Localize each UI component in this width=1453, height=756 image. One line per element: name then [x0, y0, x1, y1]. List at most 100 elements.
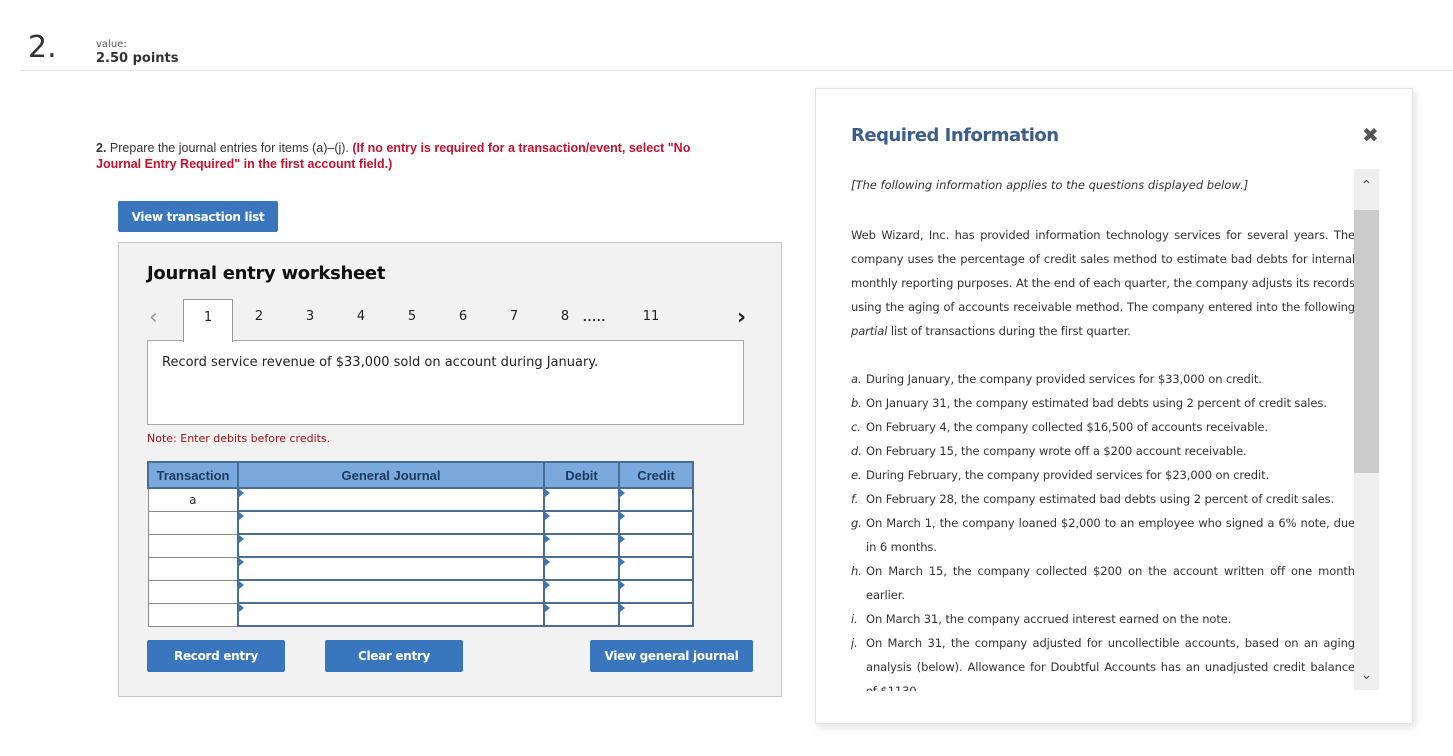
credit-input[interactable] [620, 558, 692, 579]
column-header-general-journal: General Journal [237, 461, 545, 489]
credit-input[interactable] [620, 489, 692, 510]
header-divider [20, 70, 1453, 71]
debit-input[interactable] [545, 512, 618, 533]
table-row [147, 556, 694, 581]
column-header-credit: Credit [618, 461, 694, 489]
account-field[interactable] [237, 579, 545, 604]
record-entry-button[interactable]: Record entry [147, 640, 285, 672]
view-transaction-list-button[interactable]: View transaction list [118, 201, 278, 232]
debit-input[interactable] [545, 581, 618, 602]
info-scrollbar[interactable]: ⌃ ⌄ [1354, 169, 1379, 690]
list-item: i. On March 31, the company accrued inter… [851, 607, 1355, 631]
chevron-down-icon[interactable]: ⌄ [1354, 660, 1379, 690]
info-paragraph-before: Web Wizard, Inc. has provided informatio… [851, 228, 1355, 314]
item-label: h. [851, 564, 862, 578]
tab-2[interactable]: 2 [234, 299, 284, 341]
credit-field[interactable] [618, 487, 694, 512]
tab-1[interactable]: 1 [183, 299, 233, 342]
account-field[interactable] [237, 556, 545, 581]
tab-11[interactable]: 11 [626, 299, 676, 341]
item-label: e. [851, 468, 862, 482]
table-row [147, 533, 694, 558]
required-information-panel: Required Information ✖ [The following in… [815, 88, 1413, 724]
account-input[interactable] [239, 512, 543, 533]
debit-field[interactable] [543, 579, 620, 604]
debit-input[interactable] [545, 489, 618, 510]
question-number: 2. [28, 30, 57, 65]
question-prompt: 2. Prepare the journal entries for items… [96, 140, 736, 172]
debit-field[interactable] [543, 487, 620, 512]
item-label: b. [851, 396, 862, 410]
list-item: c. On February 4, the company collected $… [851, 415, 1355, 439]
item-label: a. [851, 372, 862, 386]
transaction-cell [147, 510, 239, 535]
tab-3[interactable]: 3 [285, 299, 335, 341]
chevron-up-icon[interactable]: ⌃ [1354, 169, 1379, 209]
transaction-cell: a [147, 487, 239, 512]
item-text: On March 1, the company loaned $2,000 to… [866, 516, 1355, 554]
debit-input[interactable] [545, 535, 618, 556]
credit-field[interactable] [618, 556, 694, 581]
item-label: g. [851, 516, 862, 530]
account-field[interactable] [237, 510, 545, 535]
scrollbar-thumb[interactable] [1354, 210, 1379, 473]
info-paragraph-after: list of transactions during the first qu… [887, 324, 1131, 338]
close-icon[interactable]: ✖ [1362, 123, 1379, 147]
points-value: 2.50 points [96, 51, 179, 66]
prompt-text: Prepare the journal entries for items (a… [109, 141, 349, 155]
credit-field[interactable] [618, 602, 694, 627]
column-header-debit: Debit [543, 461, 620, 489]
credit-field[interactable] [618, 510, 694, 535]
account-input[interactable] [239, 581, 543, 602]
list-item: f. On February 28, the company estimated … [851, 487, 1355, 511]
tab-4[interactable]: 4 [336, 299, 386, 341]
list-item: a. During January, the company provided s… [851, 367, 1355, 391]
account-input[interactable] [239, 604, 543, 625]
tab-5[interactable]: 5 [387, 299, 437, 341]
account-field[interactable] [237, 533, 545, 558]
chevron-right-icon[interactable]: › [737, 305, 746, 330]
transaction-cell [147, 579, 239, 604]
transaction-cell [147, 533, 239, 558]
item-text: On February 15, the company wrote off a … [866, 444, 1247, 458]
value-label: value: [96, 39, 127, 50]
credit-field[interactable] [618, 533, 694, 558]
list-item: g. On March 1, the company loaned $2,000 … [851, 511, 1355, 559]
tab-7[interactable]: 7 [489, 299, 539, 341]
table-row [147, 579, 694, 604]
item-label: f. [851, 492, 859, 506]
list-item: b. On January 31, the company estimated b… [851, 391, 1355, 415]
debit-field[interactable] [543, 602, 620, 627]
tab-6[interactable]: 6 [438, 299, 488, 341]
list-item: d. On February 15, the company wrote off … [851, 439, 1355, 463]
debit-field[interactable] [543, 556, 620, 581]
credit-field[interactable] [618, 579, 694, 604]
debit-input[interactable] [545, 558, 618, 579]
item-label: j. [851, 636, 858, 650]
account-input[interactable] [239, 535, 543, 556]
prompt-number: 2. [96, 141, 107, 155]
item-text: On February 28, the company estimated ba… [866, 492, 1335, 506]
debit-field[interactable] [543, 533, 620, 558]
item-text: During February, the company provided se… [866, 468, 1270, 482]
credit-input[interactable] [620, 535, 692, 556]
chevron-left-icon[interactable]: ‹ [149, 305, 158, 330]
credit-input[interactable] [620, 581, 692, 602]
clear-entry-button[interactable]: Clear entry [325, 640, 463, 672]
account-input[interactable] [239, 558, 543, 579]
table-row [147, 602, 694, 627]
transaction-cell [147, 602, 239, 627]
account-input[interactable] [239, 489, 543, 510]
credit-input[interactable] [620, 512, 692, 533]
info-panel-title: Required Information [851, 125, 1059, 146]
worksheet-tabs: ‹ 1 2 3 4 5 6 7 8 ..... 11 › [147, 299, 747, 342]
debit-field[interactable] [543, 510, 620, 535]
transaction-list: a. During January, the company provided s… [851, 367, 1355, 691]
info-intro: [The following information applies to th… [851, 178, 1249, 192]
debit-input[interactable] [545, 604, 618, 625]
account-field[interactable] [237, 602, 545, 627]
credit-input[interactable] [620, 604, 692, 625]
item-text: During January, the company provided ser… [866, 372, 1262, 386]
view-general-journal-button[interactable]: View general journal [590, 640, 753, 672]
account-field[interactable] [237, 487, 545, 512]
